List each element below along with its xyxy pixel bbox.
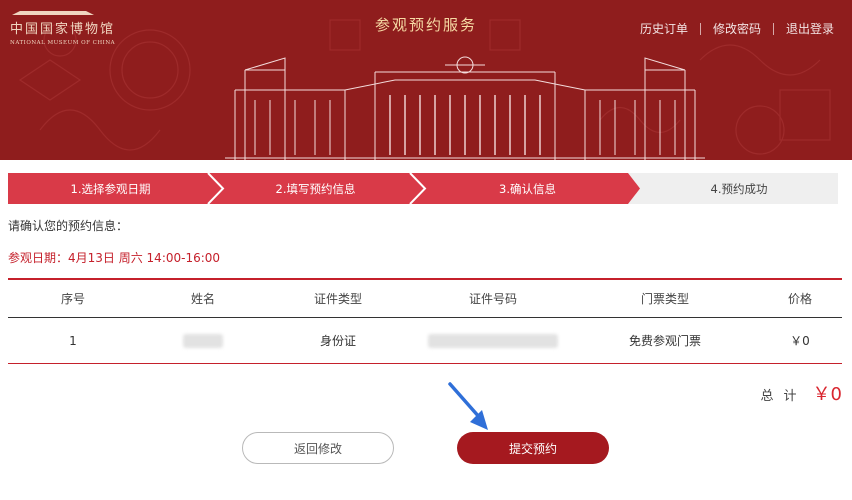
museum-building-illustration — [225, 56, 705, 160]
redacted-block — [428, 333, 558, 348]
visit-date-value: 4月13日 周六 14:00-16:00 — [68, 251, 221, 265]
change-password-link[interactable]: 修改密码 — [713, 20, 761, 37]
back-edit-button[interactable]: 返回修改 — [242, 432, 394, 464]
redacted-block — [183, 333, 223, 348]
cell-ticket-type: 免费参观门票 — [628, 334, 701, 348]
nav-divider — [699, 22, 701, 35]
header-banner: 中国国家博物馆 NATIONAL MUSEUM OF CHINA 参观预约服务 … — [0, 0, 852, 160]
top-nav: 历史订单 修改密码 退出登录 — [640, 20, 834, 37]
visit-date-label: 参观日期： — [8, 251, 69, 265]
history-orders-link[interactable]: 历史订单 — [640, 20, 688, 37]
confirm-prompt: 请确认您的预约信息： — [8, 219, 129, 233]
booking-table: 序号 姓名 证件类型 证件号码 门票类型 价格 1 身份证 免费参观门票 ￥0 — [8, 278, 842, 364]
header-index: 序号 — [60, 292, 85, 306]
progress-steps: 1.选择参观日期 2.填写预约信息 3.确认信息 4.预约成功 — [8, 173, 838, 204]
cell-price: ￥0 — [790, 334, 810, 348]
step-1: 1.选择参观日期 — [70, 182, 151, 196]
table-header: 序号 姓名 证件类型 证件号码 门票类型 价格 — [8, 280, 842, 318]
header-id-type: 证件类型 — [313, 292, 362, 306]
total-value: ￥0 — [812, 384, 842, 405]
total-summary: 总计 ￥0 — [761, 380, 842, 406]
cell-id-number-redacted — [418, 318, 568, 363]
cell-index: 1 — [69, 333, 77, 348]
nav-divider — [772, 22, 774, 35]
visit-date: 参观日期：4月13日 周六 14:00-16:00 — [8, 249, 220, 266]
step-2: 2.填写预约信息 — [275, 182, 356, 196]
logout-link[interactable]: 退出登录 — [786, 20, 834, 37]
step-3: 3.确认信息 — [499, 182, 556, 196]
table-row: 1 身份证 免费参观门票 ￥0 — [8, 318, 842, 364]
annotation-arrow-icon — [448, 382, 488, 430]
header-id-number: 证件号码 — [468, 292, 517, 306]
total-label: 总计 — [760, 389, 807, 404]
cell-id-type: 身份证 — [319, 334, 356, 348]
header-ticket-type: 门票类型 — [640, 292, 689, 306]
logo-english-text: NATIONAL MUSEUM OF CHINA — [10, 40, 116, 46]
step-4: 4.预约成功 — [710, 182, 768, 196]
cell-name-redacted — [163, 318, 243, 363]
header-name: 姓名 — [190, 292, 215, 306]
header-price: 价格 — [787, 292, 812, 306]
